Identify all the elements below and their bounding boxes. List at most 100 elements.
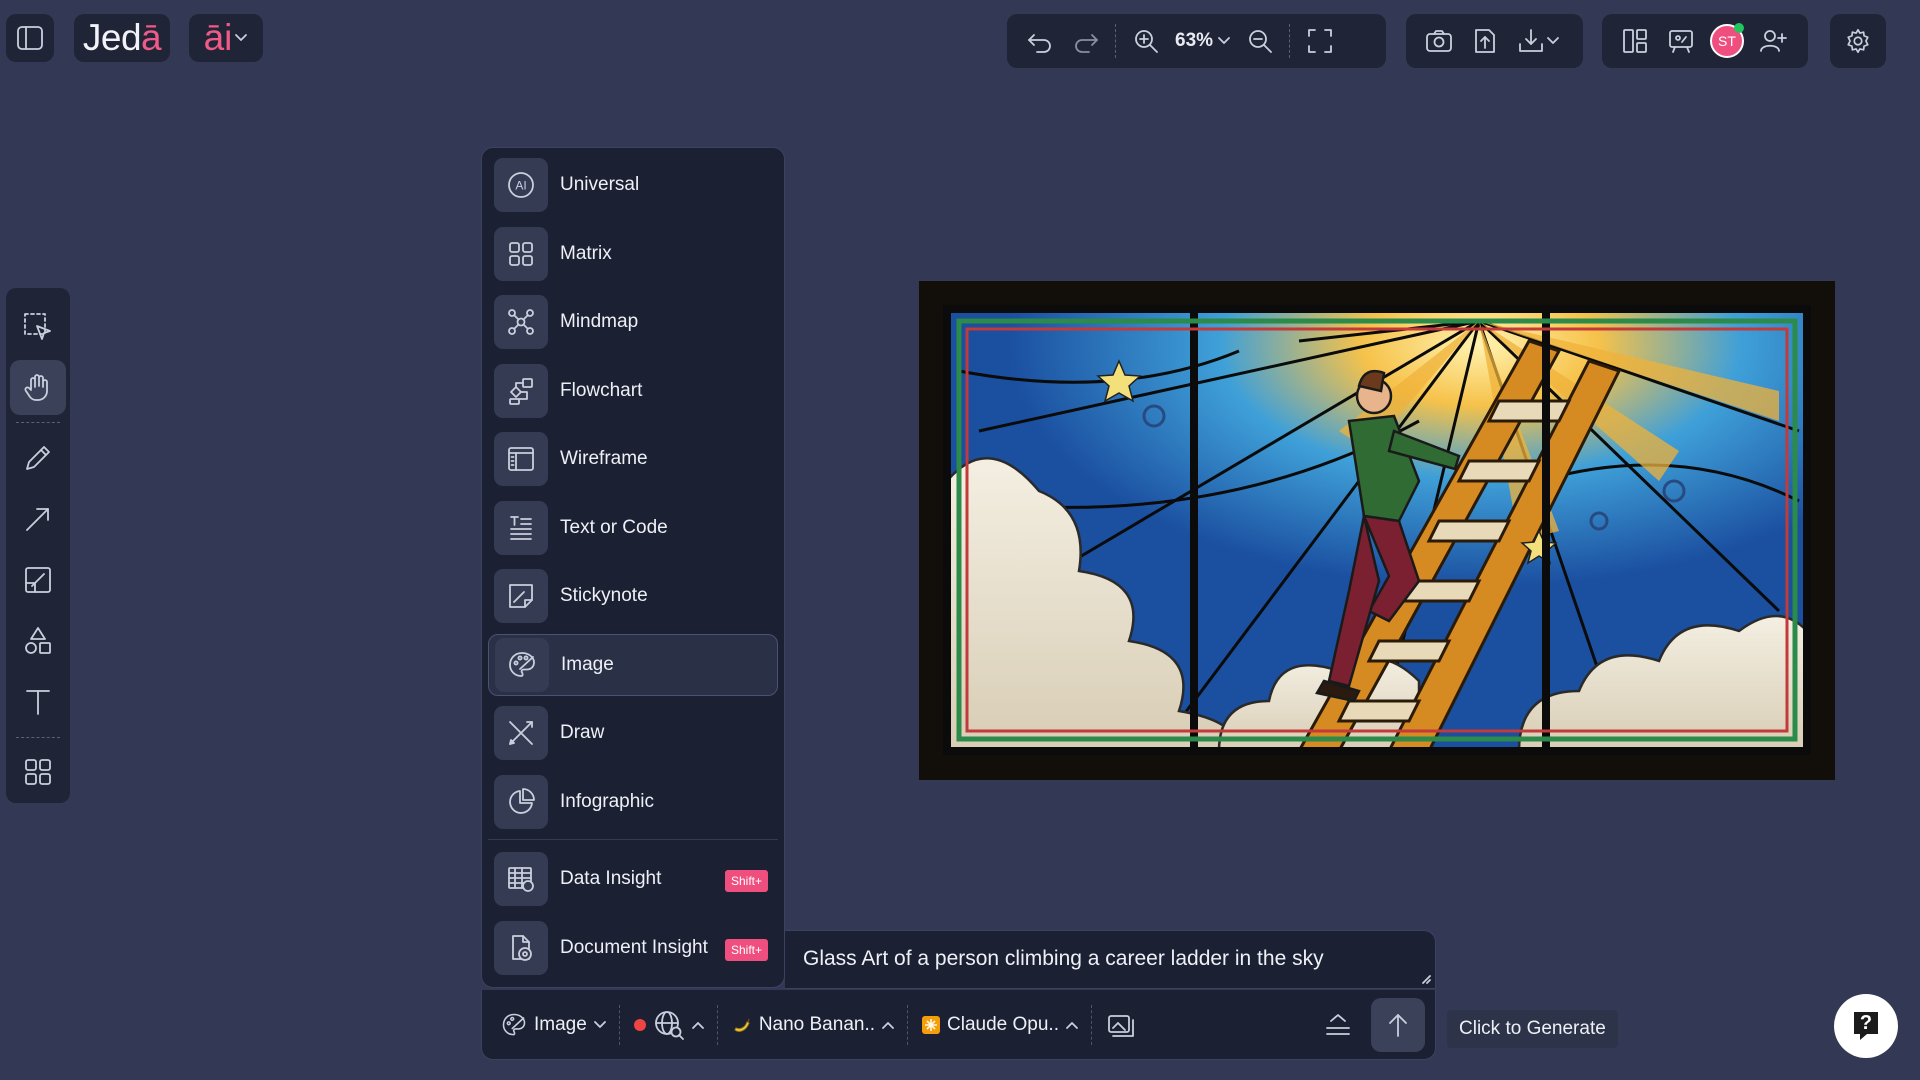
shapes-icon <box>25 627 51 655</box>
resize-handle-icon[interactable] <box>1421 974 1431 984</box>
help-label: ? <box>1859 1011 1873 1034</box>
collapse-button[interactable] <box>1315 1003 1361 1047</box>
hand-icon <box>24 373 48 401</box>
user-avatar[interactable]: ST <box>1704 18 1750 64</box>
prompt-text: Glass Art of a person climbing a career … <box>803 947 1324 970</box>
menu-item-matrix[interactable]: Matrix <box>488 223 778 285</box>
sidebar-icon <box>17 26 43 50</box>
share-button[interactable] <box>1462 18 1508 64</box>
text-model-label: Claude Opu.. <box>947 1013 1059 1035</box>
globe-search-icon <box>654 1010 684 1040</box>
palette-icon <box>495 637 549 692</box>
ai-icon: AI <box>494 158 548 212</box>
chevron-up-icon <box>1066 1021 1078 1029</box>
gear-icon <box>1847 28 1869 54</box>
toolbar-divider <box>1115 24 1117 58</box>
image-model-selector[interactable]: Nano Banan.. <box>723 1003 903 1047</box>
zoom-out-button[interactable] <box>1237 18 1283 64</box>
settings-button[interactable] <box>1835 18 1881 64</box>
draw-icon <box>494 706 548 760</box>
document-icon <box>494 920 548 975</box>
menu-item-label: Draw <box>560 722 605 743</box>
type-selector-label: Image <box>534 1013 587 1035</box>
zoom-in-button[interactable] <box>1123 18 1169 64</box>
chevron-down-icon <box>235 34 248 41</box>
settings-toolbar <box>1830 14 1886 68</box>
stickynote-icon <box>494 569 548 623</box>
menu-item-data-insight[interactable]: Data Insight Shift+ <box>488 848 778 910</box>
menu-item-text-or-code[interactable]: Text or Code <box>488 497 778 559</box>
menu-item-draw[interactable]: Draw <box>488 702 778 764</box>
tool-divider <box>16 736 60 738</box>
menu-item-infographic[interactable]: Infographic <box>488 771 778 833</box>
menu-item-label: Image <box>561 653 614 675</box>
brand-name: Jed <box>82 17 142 58</box>
data-table-icon <box>494 852 548 906</box>
select-tool-button[interactable] <box>10 299 66 354</box>
undo-icon <box>1028 34 1051 53</box>
collapse-icon <box>1326 1013 1350 1035</box>
collab-toolbar: ST <box>1602 14 1808 68</box>
ai-menu-button[interactable]: āi <box>189 14 263 62</box>
text-tool-button[interactable] <box>10 675 66 730</box>
help-button[interactable]: ? <box>1834 994 1898 1058</box>
pen-tool-button[interactable] <box>10 430 66 485</box>
generate-tooltip: Click to Generate <box>1447 1010 1618 1048</box>
prompt-input[interactable]: Glass Art of a person climbing a career … <box>785 930 1436 989</box>
menu-item-universal[interactable]: AI Universal <box>488 154 778 216</box>
gallery-button[interactable] <box>1097 1003 1145 1047</box>
undo-button[interactable] <box>1017 18 1063 64</box>
menu-item-label: Data Insight <box>560 868 662 889</box>
fit-screen-button[interactable] <box>1297 18 1343 64</box>
add-user-icon <box>1760 30 1787 52</box>
web-search-toggle[interactable] <box>625 1003 713 1047</box>
pencil-icon <box>26 445 50 470</box>
generated-image[interactable] <box>919 281 1835 780</box>
text-model-selector[interactable]: Claude Opu.. <box>913 1003 1087 1047</box>
chevron-down-icon <box>1218 37 1230 44</box>
sidebar-toggle-button[interactable] <box>6 14 54 62</box>
add-user-button[interactable] <box>1750 18 1796 64</box>
avatar-initials: ST <box>1718 33 1736 49</box>
brand-logo[interactable]: Jed ā <box>74 14 170 62</box>
menu-item-stickynote[interactable]: Stickynote <box>488 565 778 627</box>
chevron-down-icon <box>593 1020 606 1028</box>
menu-item-mindmap[interactable]: Mindmap <box>488 291 778 353</box>
left-tool-panel <box>6 288 70 803</box>
screenshot-button[interactable] <box>1416 18 1462 64</box>
claude-icon <box>922 1015 941 1034</box>
generate-button[interactable] <box>1371 997 1425 1052</box>
pie-icon <box>494 774 548 829</box>
type-selector[interactable]: Image <box>492 1003 615 1047</box>
brand-accent: ā <box>141 17 162 58</box>
grid-icon <box>494 226 548 281</box>
present-button[interactable] <box>1658 18 1704 64</box>
menu-item-label: Universal <box>560 174 640 195</box>
zoom-level-value: 63% <box>1175 30 1214 51</box>
presentation-icon <box>1669 30 1693 53</box>
menu-item-wireframe[interactable]: Wireframe <box>488 428 778 490</box>
text-icon <box>26 690 50 716</box>
text-icon <box>494 500 548 555</box>
menu-item-document-insight[interactable]: Document Insight Shift+ <box>488 917 778 979</box>
toolbar-divider <box>1289 24 1291 58</box>
menu-item-flowchart[interactable]: Flowchart <box>488 360 778 422</box>
menu-item-image[interactable]: Image <box>488 633 778 696</box>
layout-button[interactable] <box>1612 18 1658 64</box>
toolbar-divider <box>907 1004 909 1045</box>
arrow-tool-button[interactable] <box>10 491 66 546</box>
redo-button[interactable] <box>1063 18 1109 64</box>
download-button[interactable] <box>1508 18 1568 64</box>
prompt-toolbar: Image Nano Banan.. Claude Opu.. <box>481 990 1436 1060</box>
shapes-tool-button[interactable] <box>10 614 66 669</box>
zoom-level-dropdown[interactable]: 63% <box>1169 30 1237 52</box>
shift-badge: Shift+ <box>724 870 768 892</box>
hand-tool-button[interactable] <box>10 360 66 416</box>
redo-icon <box>1075 34 1098 53</box>
menu-divider <box>488 839 778 840</box>
frame-tool-button[interactable] <box>10 553 66 608</box>
gallery-icon <box>1108 1014 1134 1037</box>
zoom-in-icon <box>1135 30 1158 53</box>
apps-tool-button[interactable] <box>10 745 66 800</box>
menu-item-label: Flowchart <box>560 379 643 401</box>
